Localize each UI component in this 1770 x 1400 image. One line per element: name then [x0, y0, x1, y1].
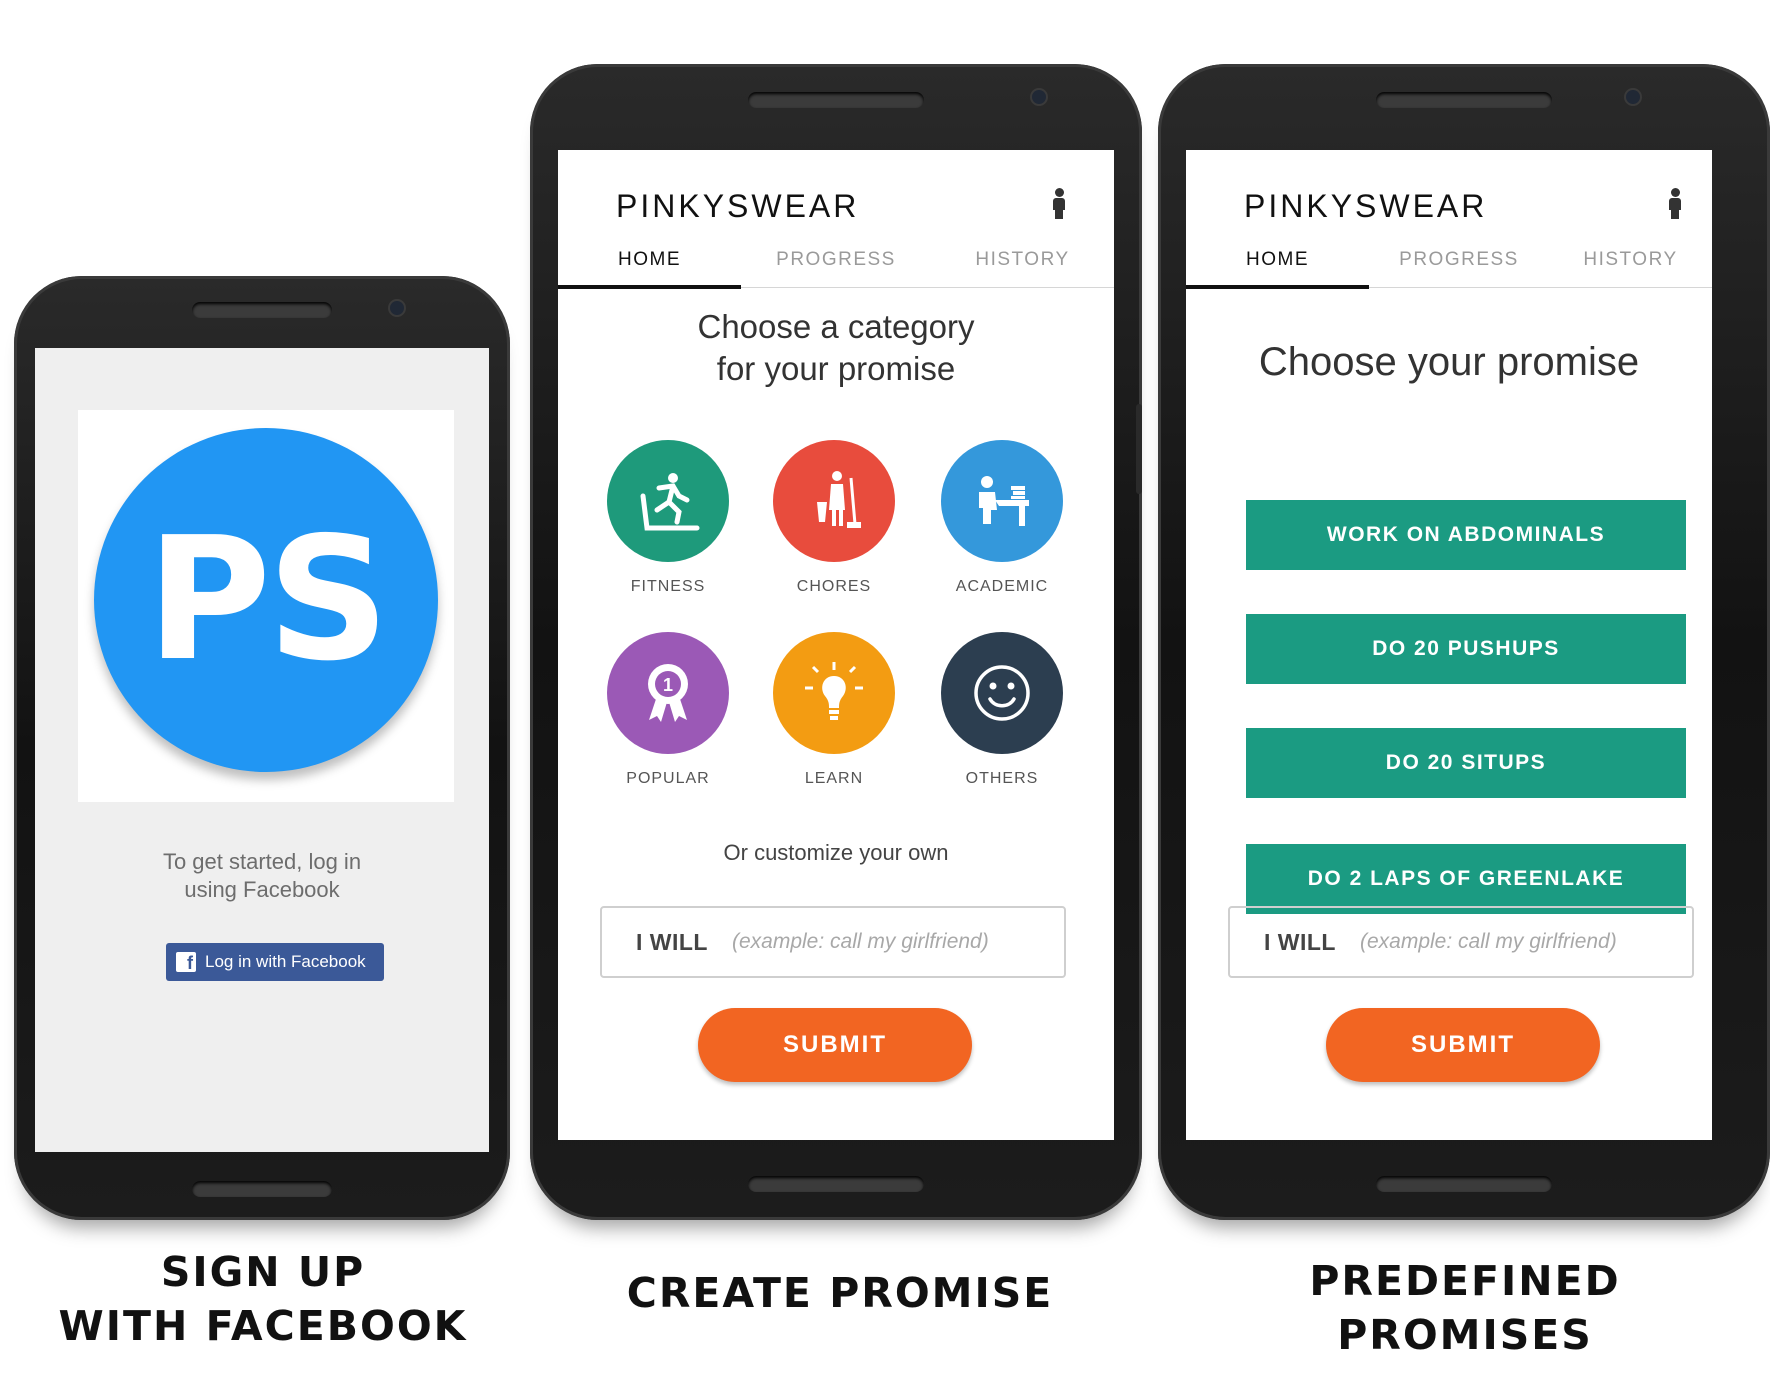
- svg-text:1: 1: [663, 675, 673, 695]
- caption-predefined: PREDEFINED PROMISES: [1200, 1254, 1730, 1362]
- category-academic[interactable]: ACADEMIC: [932, 440, 1072, 596]
- custom-promise-field[interactable]: I WILL: [1228, 906, 1694, 978]
- custom-promise-input[interactable]: [1359, 930, 1660, 954]
- category-label: ACADEMIC: [955, 578, 1049, 595]
- earpiece-speaker: [1376, 92, 1552, 108]
- caption-signup: SIGN UP WITH FACEBOOK: [40, 1245, 486, 1353]
- submit-button[interactable]: SUBMIT: [1326, 1008, 1600, 1082]
- promise-option-button[interactable]: DO 2 LAPS OF GREENLAKE: [1246, 844, 1686, 914]
- person-icon[interactable]: [1668, 188, 1682, 219]
- tab-bar: HOME PROGRESS HISTORY: [558, 232, 1114, 289]
- i-will-label: I WILL: [636, 928, 708, 955]
- tab-bar: HOME PROGRESS HISTORY: [1186, 232, 1712, 289]
- running-treadmill-icon: [607, 440, 729, 562]
- bottom-speaker: [748, 1176, 924, 1192]
- category-chores[interactable]: CHORES: [764, 440, 904, 596]
- caption-predefined-line-2: PROMISES: [1337, 1311, 1593, 1359]
- front-camera: [390, 301, 404, 315]
- person-icon[interactable]: [1052, 188, 1066, 219]
- category-heading-line-2: for your promise: [716, 350, 956, 387]
- smiley-icon: [941, 632, 1063, 754]
- signup-screen: PS To get started, log in using Facebook…: [35, 348, 489, 1152]
- front-camera: [1626, 90, 1640, 104]
- intro-line-2: using Facebook: [184, 877, 340, 902]
- category-heading-line-1: Choose a category: [697, 308, 975, 345]
- tab-home[interactable]: HOME: [1186, 232, 1369, 289]
- category-label: CHORES: [796, 578, 872, 595]
- earpiece-speaker: [192, 302, 332, 318]
- app-header: PINKYSWEAR HOME PROGRESS HISTORY: [558, 150, 1114, 289]
- tab-home[interactable]: HOME: [558, 232, 741, 289]
- intro-line-1: To get started, log in: [162, 849, 362, 874]
- caption-create-promise: CREATE PROMISE: [626, 1269, 1054, 1317]
- submit-button[interactable]: SUBMIT: [698, 1008, 972, 1082]
- facebook-icon: f: [176, 952, 196, 972]
- app-header: PINKYSWEAR HOME PROGRESS HISTORY: [1186, 150, 1712, 289]
- i-will-label: I WILL: [1264, 928, 1336, 955]
- promise-heading: Choose your promise: [1258, 340, 1640, 384]
- award-ribbon-icon: 1: [607, 632, 729, 754]
- custom-promise-input[interactable]: [731, 930, 1032, 954]
- category-heading: Choose a category for your promise: [558, 306, 1114, 390]
- category-label: OTHERS: [965, 770, 1039, 787]
- tab-progress[interactable]: PROGRESS: [1369, 232, 1549, 288]
- app-title: PINKYSWEAR: [1244, 188, 1488, 224]
- tab-progress[interactable]: PROGRESS: [741, 232, 931, 288]
- app-logo: PS: [94, 428, 438, 772]
- create-promise-screen: PINKYSWEAR HOME PROGRESS HISTORY Choose …: [558, 150, 1114, 1140]
- student-desk-icon: [941, 440, 1063, 562]
- phone-create-promise: PINKYSWEAR HOME PROGRESS HISTORY Choose …: [530, 64, 1142, 1220]
- caption-signup-line-1: SIGN UP: [160, 1248, 366, 1296]
- signup-intro-text: To get started, log in using Facebook: [35, 848, 489, 904]
- phone-predefined-promises: PINKYSWEAR HOME PROGRESS HISTORY Choose …: [1158, 64, 1770, 1220]
- category-popular[interactable]: 1 POPULAR: [598, 632, 738, 788]
- lightbulb-icon: [773, 632, 895, 754]
- promise-option-button[interactable]: WORK ON ABDOMINALS: [1246, 500, 1686, 570]
- logo-text: PS: [146, 501, 389, 699]
- tab-history[interactable]: HISTORY: [931, 232, 1114, 288]
- caption-predefined-line-1: PREDEFINED: [1309, 1257, 1621, 1305]
- promise-option-button[interactable]: DO 20 SITUPS: [1246, 728, 1686, 798]
- custom-promise-field[interactable]: I WILL: [600, 906, 1066, 978]
- category-label: POPULAR: [626, 770, 710, 787]
- front-camera: [1032, 90, 1046, 104]
- bottom-speaker: [192, 1181, 332, 1197]
- cleaning-icon: [773, 440, 895, 562]
- category-learn[interactable]: LEARN: [764, 632, 904, 788]
- category-fitness[interactable]: FITNESS: [598, 440, 738, 596]
- promise-option-button[interactable]: DO 20 PUSHUPS: [1246, 614, 1686, 684]
- power-button: [1136, 404, 1142, 494]
- caption-signup-line-2: WITH FACEBOOK: [58, 1302, 468, 1350]
- app-title: PINKYSWEAR: [616, 188, 860, 224]
- customize-text: Or customize your own: [723, 840, 949, 865]
- facebook-login-button[interactable]: f Log in with Facebook: [166, 943, 384, 981]
- category-others[interactable]: OTHERS: [932, 632, 1072, 788]
- tab-history[interactable]: HISTORY: [1549, 232, 1712, 288]
- bottom-speaker: [1376, 1176, 1552, 1192]
- earpiece-speaker: [748, 92, 924, 108]
- category-label: FITNESS: [630, 578, 706, 595]
- phone-signup: PS To get started, log in using Facebook…: [14, 276, 510, 1220]
- category-label: LEARN: [804, 770, 864, 787]
- facebook-login-label: Log in with Facebook: [205, 952, 366, 971]
- app-logo-card: PS: [78, 410, 454, 802]
- predefined-promises-screen: PINKYSWEAR HOME PROGRESS HISTORY Choose …: [1186, 150, 1712, 1140]
